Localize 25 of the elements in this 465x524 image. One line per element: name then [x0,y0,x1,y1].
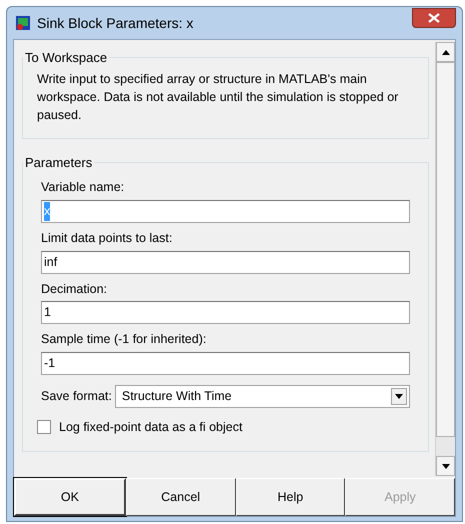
input-field[interactable]: inf [41,250,410,274]
field-label: Variable name: [41,179,126,196]
close-button[interactable] [412,8,456,28]
block-icon [15,15,31,31]
scrollbar[interactable] [435,42,455,476]
field-label: Save format: [41,388,112,406]
dropdown[interactable]: Structure With Time [114,385,410,408]
group-title: To Workspace [24,49,108,67]
window-title: Sink Block Parameters: x [37,14,194,32]
checkbox[interactable] [37,420,51,434]
scroll-up-icon[interactable] [436,42,455,62]
field-label: Sample time (-1 for inherited): [41,331,208,348]
field-label: Limit data points to last: [41,230,174,247]
dialog-button[interactable]: Help [236,478,346,516]
scroll-down-icon[interactable] [436,456,455,476]
close-icon [428,13,440,23]
field-label: Decimation: [41,280,108,298]
input-field[interactable]: -1 [41,352,410,375]
description-text: Write input to specified array or structure in MATLAB's main workspace. Data is not available until the simulation is stopped or paused. [37,70,400,124]
checkbox-label: Log fixed-point data as a fi object [59,419,242,436]
input-field[interactable]: 1 [41,301,410,324]
dialog-button[interactable]: OK [14,478,126,516]
scroll-thumb[interactable] [436,62,455,437]
group-title: Parameters [24,154,94,172]
dialog-button[interactable]: Cancel [126,478,236,516]
